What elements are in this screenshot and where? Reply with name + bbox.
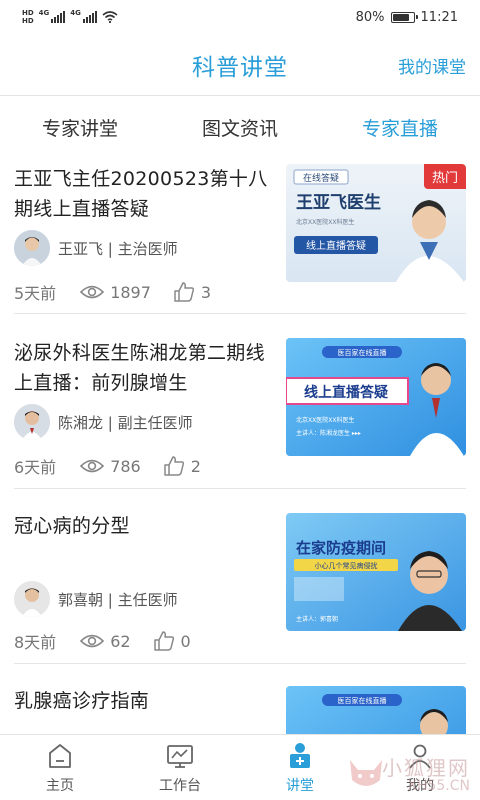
nav-label: 主页	[46, 777, 74, 794]
tab-expert-lecture[interactable]: 专家讲堂	[0, 108, 160, 150]
thumb-text: 医百家在线直播	[338, 348, 387, 357]
avatar	[14, 404, 50, 440]
thumb-text: 主讲人：郭喜朝	[296, 615, 338, 623]
thumb-text: 在线答疑	[303, 172, 339, 184]
item-meta: 8天前 62 0	[14, 629, 191, 653]
bottom-navigation: 主页 工作台 讲堂 我的	[0, 734, 480, 800]
author-name: 陈湘龙 | 副主任医师	[58, 413, 193, 432]
view-count: 62	[110, 631, 131, 651]
network-type-2: 4G	[70, 9, 81, 17]
view-count: 1897	[110, 282, 151, 302]
item-thumbnail: 在线答疑 王亚飞医生 北京XX医院XX科医生 线上直播答疑 热门	[286, 164, 466, 282]
hot-badge: 热门	[423, 164, 466, 189]
avatar	[14, 581, 50, 617]
clock: 11:21	[420, 9, 458, 25]
nav-workbench[interactable]: 工作台	[120, 735, 240, 800]
nav-label: 讲堂	[286, 777, 314, 794]
publish-date: 6天前	[14, 458, 57, 477]
like-count: 0	[180, 631, 191, 651]
battery-percent: 80%	[355, 9, 385, 25]
nav-profile[interactable]: 我的	[360, 735, 480, 800]
lecture-list: 王亚飞主任20200523第十八期线上直播答疑 王亚飞 | 主治医师 5天前 1…	[0, 152, 480, 734]
nav-home[interactable]: 主页	[0, 735, 120, 800]
thumb-text: 线上直播答疑	[306, 239, 366, 252]
eye-icon	[80, 634, 105, 648]
nav-lecture[interactable]: 讲堂	[240, 735, 360, 800]
thumbs-up-icon[interactable]	[173, 281, 195, 303]
item-thumbnail: 医百家在线直播 线上直播答疑 北京XX医院XX科医生 主讲人：陈湘龙医生 ▸▸▸	[286, 338, 466, 456]
workbench-icon	[167, 744, 193, 768]
thumb-text: 在家防疫期间	[296, 539, 386, 557]
author-row: 陈湘龙 | 副主任医师	[14, 404, 193, 440]
app-header: 科普讲堂 我的课堂	[0, 34, 480, 96]
author-name: 郭喜朝 | 主任医师	[58, 590, 178, 609]
profile-icon	[409, 744, 431, 769]
thumb-text: 北京XX医院XX科医生	[296, 416, 354, 424]
like-count: 3	[200, 282, 212, 302]
avatar	[14, 230, 50, 266]
thumb-text: 王亚飞医生	[296, 192, 381, 213]
thumb-text: 主讲人：陈湘龙医生 ▸▸▸	[296, 429, 361, 437]
author-row: 王亚飞 | 主治医师	[14, 230, 178, 266]
like-count: 2	[190, 456, 201, 476]
list-item[interactable]: 乳腺癌诊疗指南 医百家在线直播	[14, 664, 466, 734]
tab-articles[interactable]: 图文资讯	[160, 108, 320, 150]
signal-icon-2	[82, 11, 97, 23]
item-title: 王亚飞主任20200523第十八期线上直播答疑	[14, 168, 268, 220]
eye-icon	[80, 285, 105, 299]
wifi-icon	[102, 11, 118, 23]
my-classroom-link[interactable]: 我的课堂	[398, 53, 466, 78]
view-count: 786	[110, 456, 141, 476]
home-icon	[49, 743, 71, 768]
lecture-icon	[290, 742, 310, 768]
item-thumbnail: 医百家在线直播	[286, 686, 466, 734]
thumbs-up-icon[interactable]	[153, 630, 175, 652]
item-title: 乳腺癌诊疗指南	[14, 690, 150, 712]
thumbs-up-icon[interactable]	[163, 455, 185, 477]
item-meta: 6天前 786 2	[14, 454, 201, 478]
list-item[interactable]: 泌尿外科医生陈湘龙第二期线上直播：前列腺增生 陈湘龙 | 副主任医师 6天前 7…	[14, 314, 466, 489]
status-bar: HD HD 4G 4G 80% 11:21	[0, 0, 480, 34]
hd-label-2: HD	[22, 17, 34, 25]
hd-label-1: HD	[22, 9, 34, 17]
publish-date: 8天前	[14, 633, 57, 652]
item-meta: 5天前 1897 3	[14, 280, 211, 304]
tab-expert-live[interactable]: 专家直播	[320, 108, 480, 150]
category-tabs: 专家讲堂 图文资讯 专家直播	[0, 108, 480, 150]
author-name: 王亚飞 | 主治医师	[58, 239, 178, 258]
hd-badge: HD HD	[22, 9, 34, 25]
thumb-text: 线上直播答疑	[304, 384, 388, 401]
network-type-1: 4G	[38, 9, 50, 17]
list-item[interactable]: 王亚飞主任20200523第十八期线上直播答疑 王亚飞 | 主治医师 5天前 1…	[14, 152, 466, 314]
item-title: 泌尿外科医生陈湘龙第二期线上直播：前列腺增生	[14, 342, 265, 394]
eye-icon	[80, 459, 105, 473]
author-row: 郭喜朝 | 主任医师	[14, 581, 178, 617]
thumb-text: 小心几个常见病侵扰	[315, 561, 378, 570]
thumb-text: 北京XX医院XX科医生	[296, 218, 354, 226]
signal-icon-1	[51, 11, 66, 23]
nav-label: 我的	[406, 777, 434, 794]
thumb-text: 医百家在线直播	[338, 696, 387, 705]
item-thumbnail: 在家防疫期间 小心几个常见病侵扰 主讲人：郭喜朝	[286, 513, 466, 631]
nav-label: 工作台	[159, 777, 201, 794]
list-item[interactable]: 冠心病的分型 郭喜朝 | 主任医师 8天前 62 0 在家防疫期间 小心几个常见…	[14, 489, 466, 664]
item-title: 冠心病的分型	[14, 515, 130, 537]
publish-date: 5天前	[14, 284, 57, 303]
battery-icon	[390, 11, 418, 23]
